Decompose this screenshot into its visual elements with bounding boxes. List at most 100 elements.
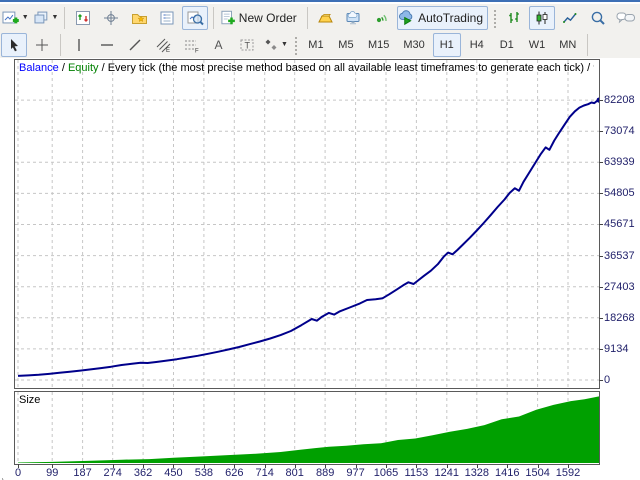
autotrading-icon — [398, 9, 413, 25]
x-axis-tick — [173, 464, 175, 468]
toolbar-drawing-timeframes: E F A T ▼ M1 M5 M15 M30 H1 H4 D1 W1 MN — [0, 31, 640, 59]
separator — [60, 33, 61, 56]
svg-text:E: E — [166, 48, 170, 53]
y-axis-tick — [599, 100, 603, 102]
equidistant-channel-button[interactable]: E — [150, 33, 176, 57]
separator — [587, 33, 589, 56]
new-order-label: New Order — [238, 10, 297, 25]
y-axis-label: 9134 — [604, 342, 629, 355]
y-axis-tick — [599, 286, 603, 288]
mql5-community-button[interactable] — [341, 6, 367, 30]
timeframe-mn-button[interactable]: MN — [553, 33, 582, 57]
trendline-icon — [129, 39, 141, 50]
separator — [213, 6, 215, 29]
favorites-folder-icon — [131, 13, 147, 24]
x-axis-tick — [476, 464, 478, 468]
x-axis-label: 1153 — [404, 467, 429, 479]
crosshair-button[interactable] — [98, 6, 124, 30]
chat-button[interactable] — [613, 6, 639, 30]
x-axis-label: 626 — [225, 467, 244, 479]
chevron-down-icon[interactable]: ▼ — [52, 14, 59, 21]
vertical-line-button[interactable] — [66, 33, 92, 57]
timeframe-w1-button[interactable]: W1 — [523, 33, 552, 57]
arrows-button[interactable]: ▼ — [262, 33, 289, 57]
separator — [64, 6, 66, 29]
x-axis-tick — [18, 464, 19, 468]
y-axis-tick — [599, 380, 603, 381]
x-axis-label: 1328 — [464, 467, 490, 479]
terminal-button[interactable] — [154, 6, 180, 30]
balance-chart-panel[interactable]: Balance / Equity / Every tick (the most … — [14, 59, 602, 389]
y-axis-tick — [599, 317, 603, 319]
horizontal-line-icon — [101, 43, 113, 46]
y-axis-label: 73074 — [604, 125, 635, 138]
x-axis-label: 1065 — [373, 467, 399, 479]
fibonacci-button[interactable]: F — [178, 33, 204, 57]
x-axis-tick — [568, 464, 570, 468]
chevron-down-icon[interactable]: ▼ — [22, 14, 29, 21]
x-axis-tick — [112, 464, 114, 468]
x-axis-label: 274 — [103, 467, 122, 479]
x-axis-label: 450 — [164, 467, 183, 479]
fibonacci-icon: F — [184, 40, 199, 53]
zoom-in-button[interactable] — [585, 6, 611, 30]
x-axis-tick — [416, 464, 418, 468]
vertical-line-icon — [78, 38, 80, 51]
drag-handle[interactable] — [292, 34, 298, 55]
timeframe-h4-button[interactable]: H4 — [463, 33, 491, 57]
autotrading-button[interactable]: AutoTrading — [396, 5, 488, 30]
line-chart-icon — [563, 12, 577, 23]
timeframe-m15-button[interactable]: M15 — [362, 33, 395, 57]
x-axis-tick — [82, 464, 84, 468]
y-axis-label: 54805 — [604, 187, 635, 200]
strategy-tester-button[interactable] — [182, 5, 209, 30]
profiles-icon — [34, 11, 48, 23]
new-chart-button[interactable]: ▼ — [1, 6, 30, 30]
x-axis-tick — [507, 464, 509, 468]
timeframe-d1-button[interactable]: D1 — [493, 33, 521, 57]
data-window-button[interactable] — [70, 6, 96, 30]
x-axis-tick — [325, 464, 327, 468]
x-axis-tick — [143, 464, 145, 468]
x-axis-label: 1241 — [434, 467, 459, 479]
strategy-tester-icon — [187, 11, 204, 25]
x-axis-tick — [537, 464, 539, 468]
profiles-button[interactable]: ▼ — [32, 6, 60, 30]
svg-text:T: T — [245, 40, 251, 50]
timeframe-h1-button[interactable]: H1 — [432, 32, 461, 57]
new-order-button[interactable]: New Order — [219, 6, 301, 30]
candlestick-chart-button[interactable] — [529, 5, 555, 30]
cursor-button[interactable] — [1, 32, 27, 57]
x-axis-tick — [234, 464, 236, 468]
x-axis-tick — [264, 464, 266, 468]
y-axis-tick — [599, 224, 603, 226]
timeframe-m1-button[interactable]: M1 — [302, 33, 330, 57]
x-axis-label: 889 — [315, 467, 335, 479]
line-chart-button[interactable] — [557, 6, 583, 30]
drag-handle[interactable] — [492, 7, 497, 28]
timeframe-m5-button[interactable]: M5 — [332, 33, 360, 57]
trendline-button[interactable] — [122, 33, 148, 57]
y-axis-tick — [599, 255, 603, 257]
crosshair-tool-button[interactable] — [29, 33, 55, 57]
size-chart-panel[interactable]: Size — [14, 391, 600, 465]
text-label-button[interactable]: T — [234, 33, 260, 57]
x-axis-label: 187 — [73, 467, 92, 479]
y-axis-label: 0 — [604, 374, 611, 386]
horizontal-line-button[interactable] — [94, 33, 120, 57]
text-icon: A — [215, 38, 223, 52]
chevron-down-icon[interactable]: ▼ — [281, 41, 288, 48]
x-axis-label: 362 — [133, 467, 153, 479]
text-label-icon: T — [240, 39, 254, 50]
x-axis-label: 801 — [285, 467, 304, 479]
bar-chart-button[interactable] — [501, 6, 527, 30]
crosshair-tool-icon — [36, 38, 48, 51]
timeframe-m30-button[interactable]: M30 — [397, 33, 430, 57]
favorites-button[interactable] — [126, 6, 152, 30]
x-axis-label: 99 — [46, 467, 59, 479]
text-button[interactable]: A — [206, 33, 232, 57]
y-axis-tick — [599, 162, 603, 164]
signals-button[interactable] — [369, 6, 395, 30]
candlestick-chart-icon — [536, 11, 548, 24]
gold-button[interactable] — [313, 6, 339, 30]
